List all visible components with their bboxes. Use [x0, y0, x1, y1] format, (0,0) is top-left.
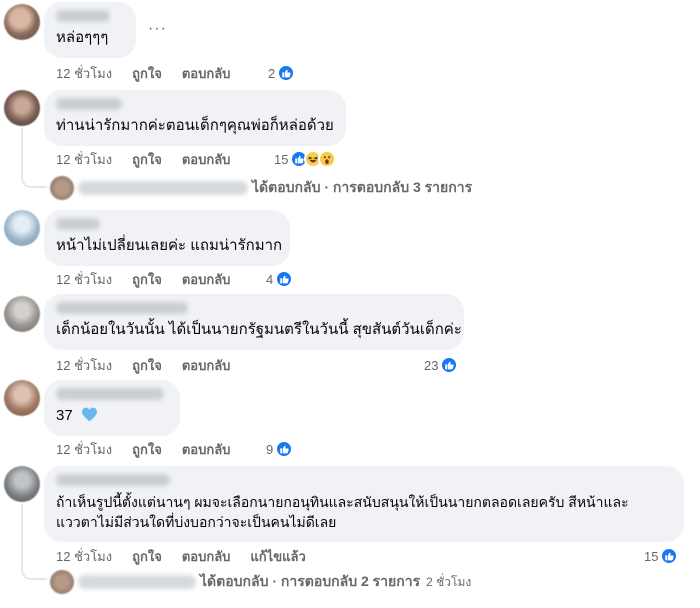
like-button[interactable]: ถูกใจ [132, 269, 162, 290]
reaction-summary[interactable]: 2 [268, 64, 296, 82]
blue-heart-icon [81, 407, 97, 422]
timestamp[interactable]: 12 ชั่วโมง [56, 269, 112, 290]
reaction-summary[interactable]: 9 [266, 440, 294, 458]
comment-actions: 12 ชั่วโมง ถูกใจ ตอบกลับ [56, 356, 250, 374]
view-replies-row[interactable]: ได้ตอบกลับ · การตอบกลับ 2 รายการ 2 ชั่วโ… [50, 570, 472, 594]
comment-actions: 12 ชั่วโมง ถูกใจ ตอบกลับ แก้ไขแล้ว [56, 547, 326, 565]
comment-text-line-1: ถ้าเห็นรูปนี้ตั้งแต่นานๆ ผมจะเลือกนายกอน… [56, 494, 629, 510]
avatar[interactable] [4, 380, 40, 416]
thread-connector [21, 566, 47, 580]
like-button[interactable]: ถูกใจ [132, 149, 162, 170]
comment-text-line-2: แววตาไม่มีส่วนใดที่บ่งบอกว่าจะเป็นคนไม่ด… [56, 514, 337, 530]
reaction-count: 15 [274, 151, 289, 167]
comment-text: หล่อๆๆๆ [56, 29, 109, 46]
reaction-count: 2 [268, 65, 276, 81]
comment-actions: 12 ชั่วโมง ถูกใจ ตอบกลับ [56, 440, 250, 458]
reaction-summary[interactable]: 15 [644, 547, 679, 565]
view-replies-link[interactable]: ได้ตอบกลับ · การตอบกลับ 2 รายการ [200, 571, 420, 593]
comment-text: หน้าไม่เปลี่ยนเลยค่ะ แถมน่ารักมาก [56, 237, 283, 254]
reaction-count: 23 [424, 357, 439, 373]
like-button[interactable]: ถูกใจ [132, 63, 162, 84]
comment-actions: 12 ชั่วโมง ถูกใจ ตอบกลับ [56, 64, 250, 82]
author-name-blurred[interactable] [56, 10, 110, 22]
reaction-summary[interactable]: 4 [266, 270, 294, 288]
comment-bubble: ถ้าเห็นรูปนี้ตั้งแต่นานๆ ผมจะเลือกนายกอน… [44, 466, 684, 542]
like-button[interactable]: ถูกใจ [132, 439, 162, 460]
thread-line [21, 504, 23, 566]
author-name-blurred[interactable] [56, 388, 164, 400]
wow-icon [318, 150, 337, 168]
reaction-summary[interactable]: 23 [424, 356, 459, 374]
avatar[interactable] [4, 90, 40, 126]
comment-bubble: หน้าไม่เปลี่ยนเลยค่ะ แถมน่ารักมาก [44, 210, 290, 266]
like-icon [277, 64, 296, 82]
reply-button[interactable]: ตอบกลับ [182, 546, 231, 567]
comment-bubble: ท่านน่ารักมากค่ะตอนเด็กๆคุณพ่อก็หล่อด้วย [44, 90, 346, 146]
author-name-blurred[interactable] [56, 218, 100, 230]
like-button[interactable]: ถูกใจ [132, 355, 162, 376]
comment-text-value: 37 [56, 407, 73, 424]
reply-button[interactable]: ตอบกลับ [182, 355, 231, 376]
reaction-count: 15 [644, 548, 659, 564]
thread-connector [21, 174, 47, 188]
more-options-button[interactable]: ··· [148, 20, 167, 38]
comment-text: ท่านน่ารักมากค่ะตอนเด็กๆคุณพ่อก็หล่อด้วย [56, 117, 334, 134]
replies-timestamp: 2 ชั่วโมง [426, 574, 472, 589]
reaction-count: 4 [266, 271, 274, 287]
like-icon [275, 270, 294, 288]
reply-avatar [50, 176, 74, 200]
reply-button[interactable]: ตอบกลับ [182, 269, 231, 290]
reaction-summary[interactable]: 15 [274, 150, 337, 168]
like-button[interactable]: ถูกใจ [132, 546, 162, 567]
timestamp[interactable]: 12 ชั่วโมง [56, 149, 112, 170]
reply-button[interactable]: ตอบกลับ [182, 149, 231, 170]
comment-actions: 12 ชั่วโมง ถูกใจ ตอบกลับ [56, 150, 250, 168]
reply-button[interactable]: ตอบกลับ [182, 63, 231, 84]
avatar[interactable] [4, 296, 40, 332]
like-icon [275, 440, 294, 458]
timestamp[interactable]: 12 ชั่วโมง [56, 63, 112, 84]
thread-line [21, 128, 23, 176]
like-icon [660, 547, 679, 565]
reply-button[interactable]: ตอบกลับ [182, 439, 231, 460]
author-name-blurred[interactable] [56, 302, 188, 314]
view-replies-link[interactable]: ได้ตอบกลับ · การตอบกลับ 3 รายการ [252, 177, 472, 199]
timestamp[interactable]: 12 ชั่วโมง [56, 355, 112, 376]
like-icon [440, 356, 459, 374]
reply-avatar [50, 570, 74, 594]
author-name-blurred[interactable] [56, 98, 122, 110]
avatar[interactable] [4, 4, 40, 40]
comment-bubble: เด็กน้อยในวันนั้น ได้เป็นนายกรัฐมนตรีในว… [44, 294, 464, 350]
reaction-count: 9 [266, 441, 274, 457]
author-name-blurred[interactable] [56, 474, 170, 486]
avatar[interactable] [4, 466, 40, 502]
comment-text: 37 [56, 406, 168, 426]
replier-name-blurred [78, 181, 248, 195]
edited-label[interactable]: แก้ไขแล้ว [250, 546, 305, 567]
timestamp[interactable]: 12 ชั่วโมง [56, 546, 112, 567]
comment-bubble: 37 [44, 380, 180, 436]
timestamp[interactable]: 12 ชั่วโมง [56, 439, 112, 460]
comment-text: เด็กน้อยในวันนั้น ได้เป็นนายกรัฐมนตรีในว… [56, 321, 462, 338]
avatar[interactable] [4, 210, 40, 246]
replier-name-blurred [78, 575, 196, 589]
comment-bubble: หล่อๆๆๆ [44, 2, 136, 58]
view-replies-row[interactable]: ได้ตอบกลับ · การตอบกลับ 3 รายการ [50, 176, 472, 200]
comment-actions: 12 ชั่วโมง ถูกใจ ตอบกลับ [56, 270, 250, 288]
